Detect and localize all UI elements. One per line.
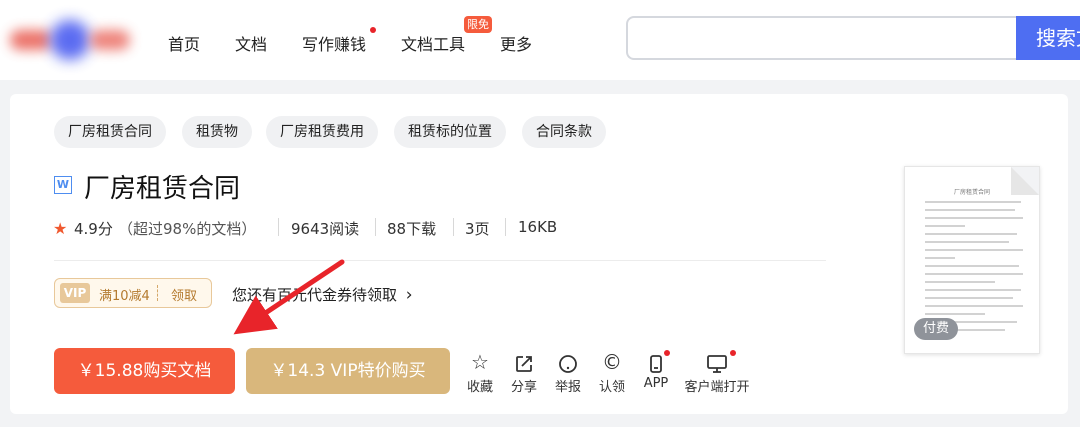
- meta-divider: [278, 218, 279, 236]
- desktop-client-label: 客户端打开: [684, 380, 750, 395]
- meta-divider: [453, 218, 454, 236]
- report-action[interactable]: 举报: [546, 350, 590, 395]
- logo-paw-icon: [50, 20, 90, 60]
- tag-leased-property[interactable]: 租赁物: [182, 116, 252, 148]
- copyright-icon: ©: [602, 350, 622, 374]
- app-notification-dot: [664, 350, 670, 356]
- preview-page-title: 厂房租赁合同: [953, 189, 990, 196]
- client-notification-dot: [730, 350, 736, 356]
- report-icon: [546, 350, 590, 374]
- share-action[interactable]: 分享: [502, 350, 546, 395]
- nav-doc-tools-free-badge: 限免: [464, 16, 492, 33]
- vip-coupon[interactable]: VIP 满10减4 领取: [54, 278, 212, 308]
- logo-right-blur: [90, 30, 130, 50]
- search-input[interactable]: [626, 16, 1026, 60]
- document-title: 厂房租赁合同: [84, 174, 241, 204]
- paid-badge: 付费: [914, 318, 958, 340]
- coupon-amount: 满10减4: [99, 289, 150, 304]
- chevron-right-icon: ›: [405, 285, 413, 305]
- meta-divider: [505, 218, 506, 236]
- star-outline-icon: ☆: [471, 350, 489, 374]
- tag-factory-lease-contract[interactable]: 厂房租赁合同: [54, 116, 166, 148]
- meta-divider: [375, 218, 376, 236]
- favorite-label: 收藏: [466, 380, 493, 395]
- file-size: 16KB: [518, 218, 558, 236]
- app-action[interactable]: APP: [634, 350, 678, 391]
- coupon-claim-label: 领取: [171, 289, 198, 304]
- read-count: 9643阅读: [291, 220, 360, 238]
- voucher-notice-text: 您还有百元代金券待领取: [232, 286, 398, 304]
- tag-factory-rent-fee[interactable]: 厂房租赁费用: [266, 116, 378, 148]
- monitor-icon: [682, 350, 752, 374]
- nav-write-earn-notification-dot: [370, 27, 376, 33]
- page-count: 3页: [465, 220, 490, 238]
- word-doc-icon: W: [54, 176, 72, 194]
- app-label: APP: [643, 376, 669, 391]
- logo-left-blur: [10, 30, 52, 50]
- share-label: 分享: [510, 380, 537, 395]
- share-icon: [502, 350, 546, 374]
- top-navigation-bar: 首页 文档 写作赚钱 文档工具 限免 更多 搜索文: [0, 0, 1080, 80]
- claim-label: 认领: [598, 380, 625, 395]
- site-logo[interactable]: [8, 20, 130, 60]
- nav-home[interactable]: 首页: [168, 31, 200, 55]
- nav-more[interactable]: 更多: [500, 31, 532, 55]
- tag-contract-terms[interactable]: 合同条款: [522, 116, 606, 148]
- buy-document-button[interactable]: ￥15.88购买文档: [54, 348, 235, 394]
- search-button[interactable]: 搜索文: [1016, 16, 1080, 60]
- tag-lease-location[interactable]: 租赁标的位置: [394, 116, 506, 148]
- nav-write-earn[interactable]: 写作赚钱: [302, 31, 366, 55]
- rating-star-icon: ★: [53, 219, 68, 238]
- favorite-action[interactable]: ☆ 收藏: [458, 350, 502, 395]
- phone-icon: [634, 350, 678, 374]
- document-card: 厂房租赁合同 租赁物 厂房租赁费用 租赁标的位置 合同条款 W 厂房租赁合同 ★…: [10, 94, 1068, 414]
- vip-buy-button[interactable]: ￥14.3 VIP特价购买: [246, 348, 450, 394]
- desktop-client-action[interactable]: 客户端打开: [682, 350, 752, 395]
- nav-doc-tools[interactable]: 文档工具: [401, 31, 465, 55]
- coupon-divider: [157, 285, 158, 301]
- download-count: 88下载: [387, 220, 437, 238]
- rating-score: 4.9分: [74, 220, 113, 238]
- vip-badge: VIP: [60, 283, 90, 303]
- report-label: 举报: [554, 380, 581, 395]
- claim-action[interactable]: © 认领: [590, 350, 634, 395]
- section-divider: [54, 260, 826, 261]
- rating-note: （超过98%的文档）: [118, 220, 257, 238]
- nav-docs[interactable]: 文档: [235, 31, 267, 55]
- voucher-notice-link[interactable]: 您还有百元代金券待领取 ›: [232, 284, 413, 305]
